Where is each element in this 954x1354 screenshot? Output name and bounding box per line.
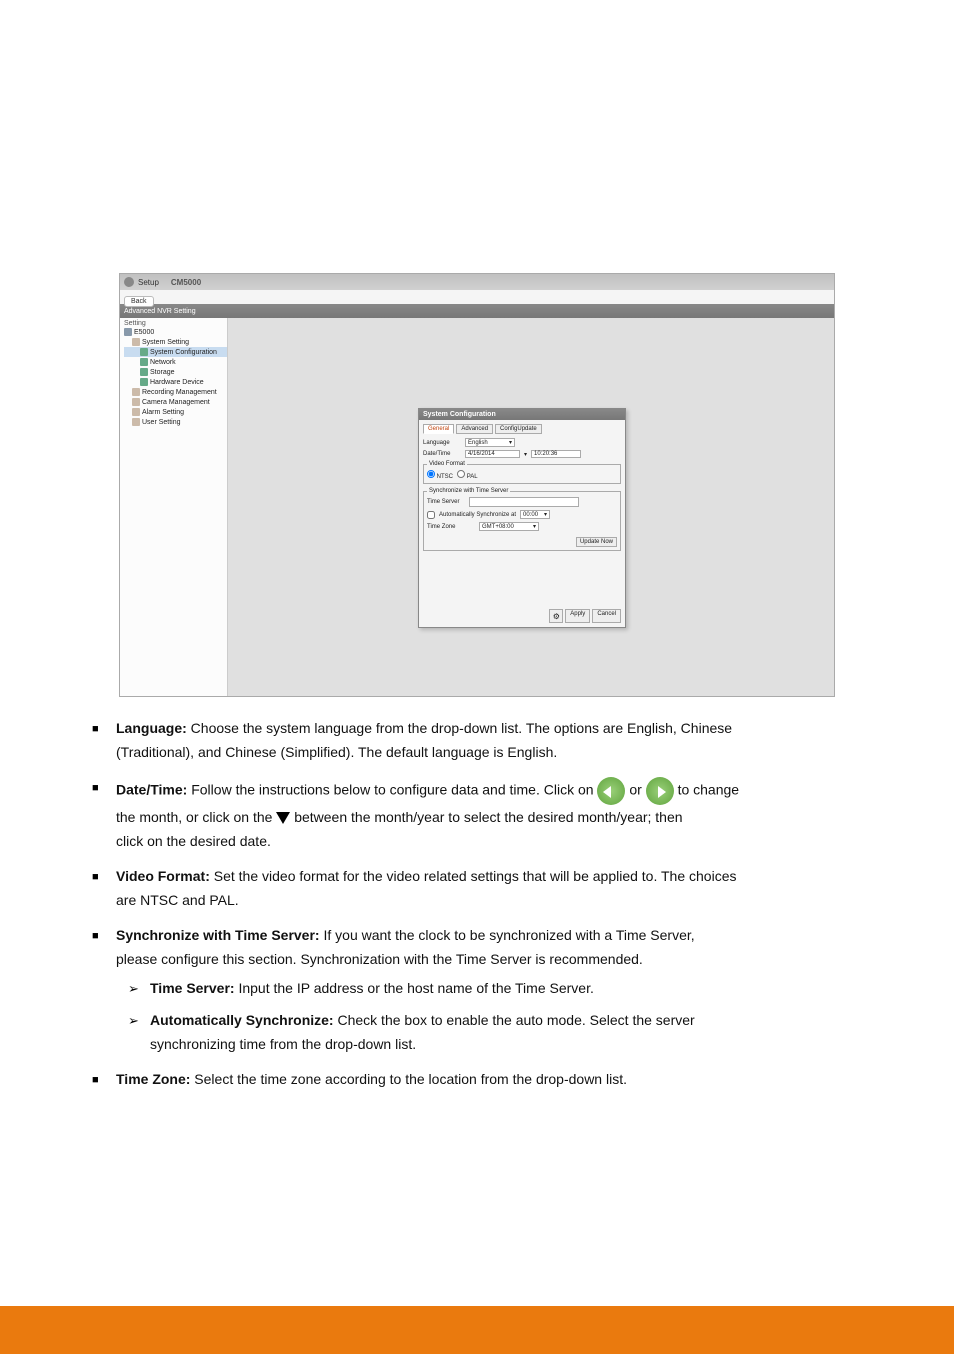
video-format-legend: Video Format: [427, 461, 467, 467]
bullet-icon: ■: [92, 723, 99, 735]
sidebar: Setting E5000 System Setting System Conf…: [120, 318, 228, 696]
datetime-desc-3: click on the desired date.: [116, 831, 886, 853]
datetime-desc-2: the month, or click on the between the m…: [116, 807, 886, 829]
datetime-label: Date/Time: [423, 451, 461, 457]
rec-icon: [132, 388, 140, 396]
setup-icon: [124, 277, 134, 287]
language-select[interactable]: English▾: [465, 438, 515, 447]
tab-advanced-nvr[interactable]: Advanced NVR Setting: [124, 308, 196, 315]
app-logo: CM5000: [171, 278, 201, 287]
videoformat-desc: Video Format: Set the video format for t…: [116, 866, 886, 888]
chevron-down-icon: ▾: [533, 523, 536, 530]
date-input[interactable]: 4/16/2014: [465, 450, 520, 458]
video-format-fieldset: Video Format NTSC PAL: [423, 461, 621, 484]
alarm-icon: [132, 408, 140, 416]
timeserver-desc: Time Server: Input the IP address or the…: [150, 978, 920, 1000]
time-zone-label: Time Zone: [427, 524, 465, 530]
ntsc-radio[interactable]: NTSC: [427, 470, 453, 480]
update-now-button[interactable]: Update Now: [576, 537, 617, 547]
bullet-icon: ■: [92, 782, 99, 794]
apply-button[interactable]: Apply: [565, 609, 590, 623]
timezone-desc: Time Zone: Select the time zone accordin…: [116, 1069, 886, 1091]
autosync-desc: Automatically Synchronize: Check the box…: [150, 1010, 920, 1032]
tab-general[interactable]: General: [423, 424, 454, 434]
time-server-label: Time Server: [427, 499, 465, 505]
tree-user[interactable]: User Setting: [124, 417, 227, 427]
pal-radio[interactable]: PAL: [457, 470, 478, 480]
time-zone-select[interactable]: GMT+08:00▾: [479, 522, 539, 531]
tree-alarm[interactable]: Alarm Setting: [124, 407, 227, 417]
tree-camera[interactable]: Camera Management: [124, 397, 227, 407]
tab-configupdate[interactable]: ConfigUpdate: [495, 424, 542, 434]
auto-sync-checkbox[interactable]: [427, 511, 435, 519]
language-desc-2: (Traditional), and Chinese (Simplified).…: [116, 742, 886, 764]
sub-bullet-icon: ➢: [128, 1013, 139, 1029]
bullet-icon: ■: [92, 1074, 99, 1086]
chevron-down-icon: ▾: [524, 451, 527, 458]
storage-icon: [140, 368, 148, 376]
sync-desc-2: please configure this section. Synchroni…: [116, 949, 886, 971]
bullet-icon: ■: [92, 930, 99, 942]
settings-icon-button[interactable]: ⚙: [549, 609, 563, 623]
back-button[interactable]: Back: [124, 296, 154, 307]
pal-input[interactable]: [457, 470, 465, 478]
tree-storage[interactable]: Storage: [124, 367, 227, 377]
tab-advanced[interactable]: Advanced: [456, 424, 493, 434]
dialog-button-row: ⚙ Apply Cancel: [423, 609, 621, 623]
time-server-input[interactable]: [469, 497, 579, 507]
sync-fieldset: Synchronize with Time Server Time Server…: [423, 488, 621, 551]
time-input[interactable]: 10:20:36: [531, 450, 581, 458]
arrow-right-icon: [646, 777, 674, 805]
sync-desc: Synchronize with Time Server: If you wan…: [116, 925, 886, 947]
config-icon: [140, 348, 148, 356]
setup-label: Setup: [138, 278, 159, 287]
folder-icon: [132, 338, 140, 346]
videoformat-desc-2: are NTSC and PAL.: [116, 890, 886, 912]
tree-network[interactable]: Network: [124, 357, 227, 367]
auto-sync-time[interactable]: 00:00▾: [520, 510, 550, 519]
pc-icon: [124, 328, 132, 336]
cam-icon: [132, 398, 140, 406]
tree-system-setting[interactable]: System Setting: [124, 337, 227, 347]
app-screenshot: Setup CM5000 Back Advanced NVR Setting S…: [119, 273, 835, 697]
chevron-down-icon: ▾: [544, 511, 547, 518]
triangle-down-icon: [276, 812, 290, 824]
tree-root[interactable]: E5000: [124, 327, 227, 337]
main-area: System Configuration General Advanced Co…: [228, 318, 834, 696]
cancel-button[interactable]: Cancel: [592, 609, 621, 623]
language-label: Language: [423, 440, 461, 446]
back-bar: Back: [120, 290, 834, 304]
arrow-left-icon: [597, 777, 625, 805]
sync-legend: Synchronize with Time Server: [427, 488, 510, 494]
language-desc: Language: Choose the system language fro…: [116, 718, 886, 740]
tree-system-config[interactable]: System Configuration: [124, 347, 227, 357]
dialog-tabs: General Advanced ConfigUpdate: [423, 424, 621, 434]
tab-bar: Advanced NVR Setting: [120, 304, 834, 318]
sub-bullet-icon: ➢: [128, 981, 139, 997]
page-footer: [0, 1306, 954, 1354]
bullet-icon: ■: [92, 871, 99, 883]
ntsc-input[interactable]: [427, 470, 435, 478]
sidebar-label: Setting: [120, 320, 227, 327]
tree: E5000 System Setting System Configuratio…: [120, 327, 227, 427]
tree-hardware[interactable]: Hardware Device: [124, 377, 227, 387]
autosync-desc-2: synchronizing time from the drop-down li…: [150, 1034, 920, 1056]
datetime-desc: Date/Time: Follow the instructions below…: [116, 777, 886, 805]
user-icon: [132, 418, 140, 426]
system-config-dialog: System Configuration General Advanced Co…: [418, 408, 626, 628]
tree-recording[interactable]: Recording Management: [124, 387, 227, 397]
hardware-icon: [140, 378, 148, 386]
dialog-title: System Configuration: [419, 409, 625, 420]
chevron-down-icon: ▾: [509, 439, 512, 446]
auto-sync-label: Automatically Synchronize at: [439, 512, 516, 518]
network-icon: [140, 358, 148, 366]
app-titlebar: Setup CM5000: [120, 274, 834, 290]
